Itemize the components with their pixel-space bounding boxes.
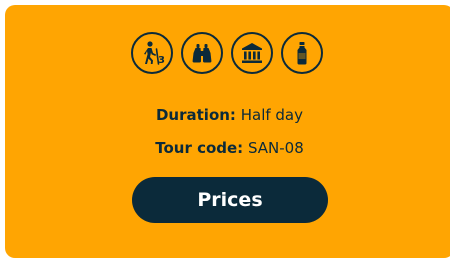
water-bottle-shape	[297, 42, 307, 65]
museum-icon	[231, 32, 273, 74]
duration-row: Duration: Half day	[5, 105, 450, 125]
tour-code-label: Tour code:	[155, 139, 244, 157]
tour-info-card: 3 Duration: Half day Tour code: SAN-08 P…	[5, 5, 450, 258]
duration-value: Half day	[240, 106, 303, 124]
binoculars-icon	[181, 32, 223, 74]
tour-code-row: Tour code: SAN-08	[5, 138, 450, 158]
binoculars-shape	[192, 44, 212, 63]
water-bottle-icon	[281, 32, 323, 74]
tour-feature-icons: 3	[131, 32, 323, 74]
prices-button[interactable]: Prices	[132, 177, 328, 223]
museum-building-shape	[242, 43, 262, 63]
duration-label: Duration:	[155, 106, 236, 124]
hiking-icon: 3	[131, 32, 173, 74]
tour-code-value: SAN-08	[247, 139, 304, 157]
hiking-difficulty-level: 3	[158, 55, 165, 66]
